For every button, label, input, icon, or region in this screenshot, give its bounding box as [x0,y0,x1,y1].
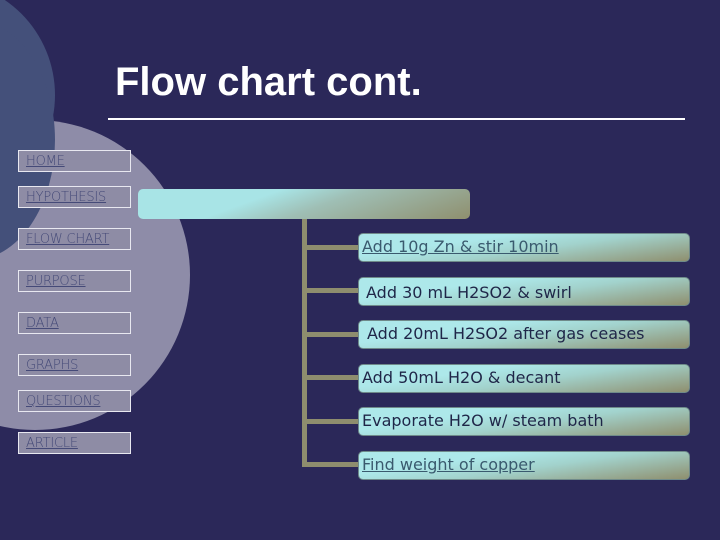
nav-label: DATA [26,316,59,331]
nav-purpose-button[interactable]: PURPOSE [18,270,131,292]
nav-label: ARTICLE [26,436,78,451]
flowchart-step-2: Add 30 mL H2SO2 & swirl [358,277,690,306]
flowchart-step-6[interactable]: Find weight of copper [358,451,690,480]
nav-questions-button[interactable]: QUESTIONS [18,390,131,412]
nav-data-button[interactable]: DATA [18,312,131,334]
flowchart-step-3: Add 20mL H2SO2 after gas ceases [358,320,690,349]
nav-home-button[interactable]: HOME [18,150,131,172]
nav-label: HOME [26,154,65,169]
nav-label: GRAPHS [26,358,79,373]
connector-branch [302,462,360,467]
step-label: Add 30 mL H2SO2 & swirl [366,283,572,302]
nav-flow-chart-button[interactable]: FLOW CHART [18,228,131,250]
flowchart-step-5: Evaporate H2O w/ steam bath [358,407,690,436]
connector-branch [302,332,360,337]
connector-branch [302,288,360,293]
nav-label: PURPOSE [26,274,86,289]
flowchart-step-4: Add 50mL H2O & decant [358,364,690,393]
nav-label: HYPOTHESIS [26,190,107,205]
flowchart-step-1[interactable]: Add 10g Zn & stir 10min [358,233,690,262]
step-label: Add 50mL H2O & decant [362,368,561,387]
title-underline [108,118,685,120]
step-label[interactable]: Find weight of copper [362,455,535,474]
connector-trunk [302,219,307,467]
connector-branch [302,419,360,424]
step-label[interactable]: Add 10g Zn & stir 10min [362,237,559,256]
connector-branch [302,375,360,380]
step-label: Evaporate H2O w/ steam bath [362,411,604,430]
step-label: Add 20mL H2SO2 after gas ceases [367,324,645,343]
slide-title: Flow chart cont. [115,60,422,104]
nav-article-button[interactable]: ARTICLE [18,432,131,454]
flowchart-header-box [138,189,470,219]
connector-branch [302,245,360,250]
nav-graphs-button[interactable]: GRAPHS [18,354,131,376]
nav-label: FLOW CHART [26,232,110,247]
nav-hypothesis-button[interactable]: HYPOTHESIS [18,186,131,208]
nav-label: QUESTIONS [26,394,101,409]
